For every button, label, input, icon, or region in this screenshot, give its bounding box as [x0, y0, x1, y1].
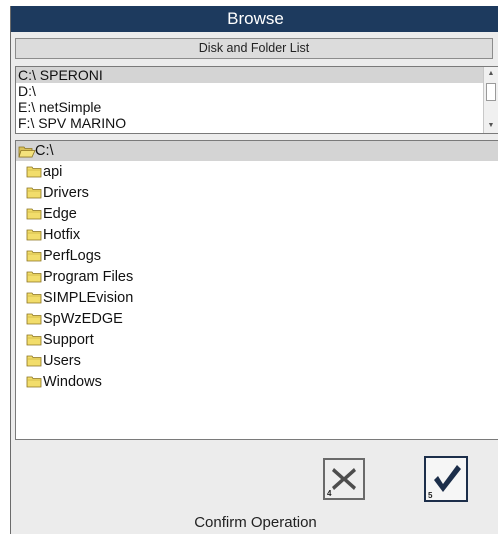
action-bar: 4 5 Confirm Operation: [11, 446, 498, 534]
folder-icon: [26, 291, 42, 304]
confirm-operation-label: Confirm Operation: [194, 514, 317, 531]
disk-item-c[interactable]: C:\ SPERONI: [16, 67, 498, 83]
scroll-down-icon[interactable]: ▼: [484, 119, 498, 133]
folder-icon: [26, 228, 42, 241]
browse-dialog: Browse Disk and Folder List C:\ SPERONI …: [10, 6, 498, 534]
tree-root-label: C:\: [35, 143, 54, 159]
folder-icon: [26, 249, 42, 262]
disk-section-header: Disk and Folder List: [15, 38, 493, 59]
folder-label: Users: [43, 352, 81, 369]
folder-label: SpWzEDGE: [43, 310, 123, 327]
folder-icon: [26, 375, 42, 388]
cancel-hotkey: 4: [327, 489, 332, 498]
folder-label: PerfLogs: [43, 247, 102, 264]
disk-list-scrollbar[interactable]: ▲ ▼: [483, 67, 498, 133]
folder-item-simplevision[interactable]: SIMPLEvision: [16, 287, 498, 308]
folder-label: Hotfix: [43, 226, 81, 243]
folder-item-hotfix[interactable]: Hotfix: [16, 224, 498, 245]
folder-item-support[interactable]: Support: [16, 329, 498, 350]
scroll-up-icon[interactable]: ▲: [484, 67, 498, 81]
folder-icon: [26, 165, 42, 178]
folder-label: Windows: [43, 373, 102, 390]
folder-label: SIMPLEvision: [43, 289, 134, 306]
folder-tree[interactable]: C:\ api Drivers Edge Hotfix PerfLogs Program …: [15, 140, 498, 440]
folder-item-users[interactable]: Users: [16, 350, 498, 371]
folder-item-program-files[interactable]: Program Files: [16, 266, 498, 287]
scroll-thumb[interactable]: [486, 83, 496, 101]
disk-item-d[interactable]: D:\: [16, 83, 498, 99]
folder-label: Drivers: [43, 184, 89, 201]
folder-item-windows[interactable]: Windows: [16, 371, 498, 392]
folder-label: Program Files: [43, 268, 134, 285]
folder-list: api Drivers Edge Hotfix PerfLogs Program File…: [16, 161, 498, 392]
folder-icon: [26, 354, 42, 367]
window-title: Browse: [11, 6, 498, 32]
disk-list[interactable]: C:\ SPERONI D:\ E:\ netSimple F:\ SPV MA…: [15, 66, 498, 134]
folder-label: api: [43, 163, 63, 180]
folder-icon: [26, 312, 42, 325]
folder-item-drivers[interactable]: Drivers: [16, 182, 498, 203]
cancel-button[interactable]: 4: [323, 458, 365, 500]
folder-icon: [26, 186, 42, 199]
tree-root-item[interactable]: C:\: [16, 141, 498, 161]
folder-icon: [26, 270, 42, 283]
folder-item-edge[interactable]: Edge: [16, 203, 498, 224]
open-folder-icon: [18, 145, 36, 158]
folder-icon: [26, 333, 42, 346]
folder-label: Edge: [43, 205, 77, 222]
folder-label: Support: [43, 331, 94, 348]
disk-item-e[interactable]: E:\ netSimple: [16, 99, 498, 115]
folder-item-api[interactable]: api: [16, 161, 498, 182]
folder-item-spwzedge[interactable]: SpWzEDGE: [16, 308, 498, 329]
folder-item-perflogs[interactable]: PerfLogs: [16, 245, 498, 266]
folder-icon: [26, 207, 42, 220]
disk-item-f[interactable]: F:\ SPV MARINO: [16, 115, 498, 131]
confirm-hotkey: 5: [428, 491, 433, 500]
confirm-button[interactable]: 5: [424, 456, 468, 502]
